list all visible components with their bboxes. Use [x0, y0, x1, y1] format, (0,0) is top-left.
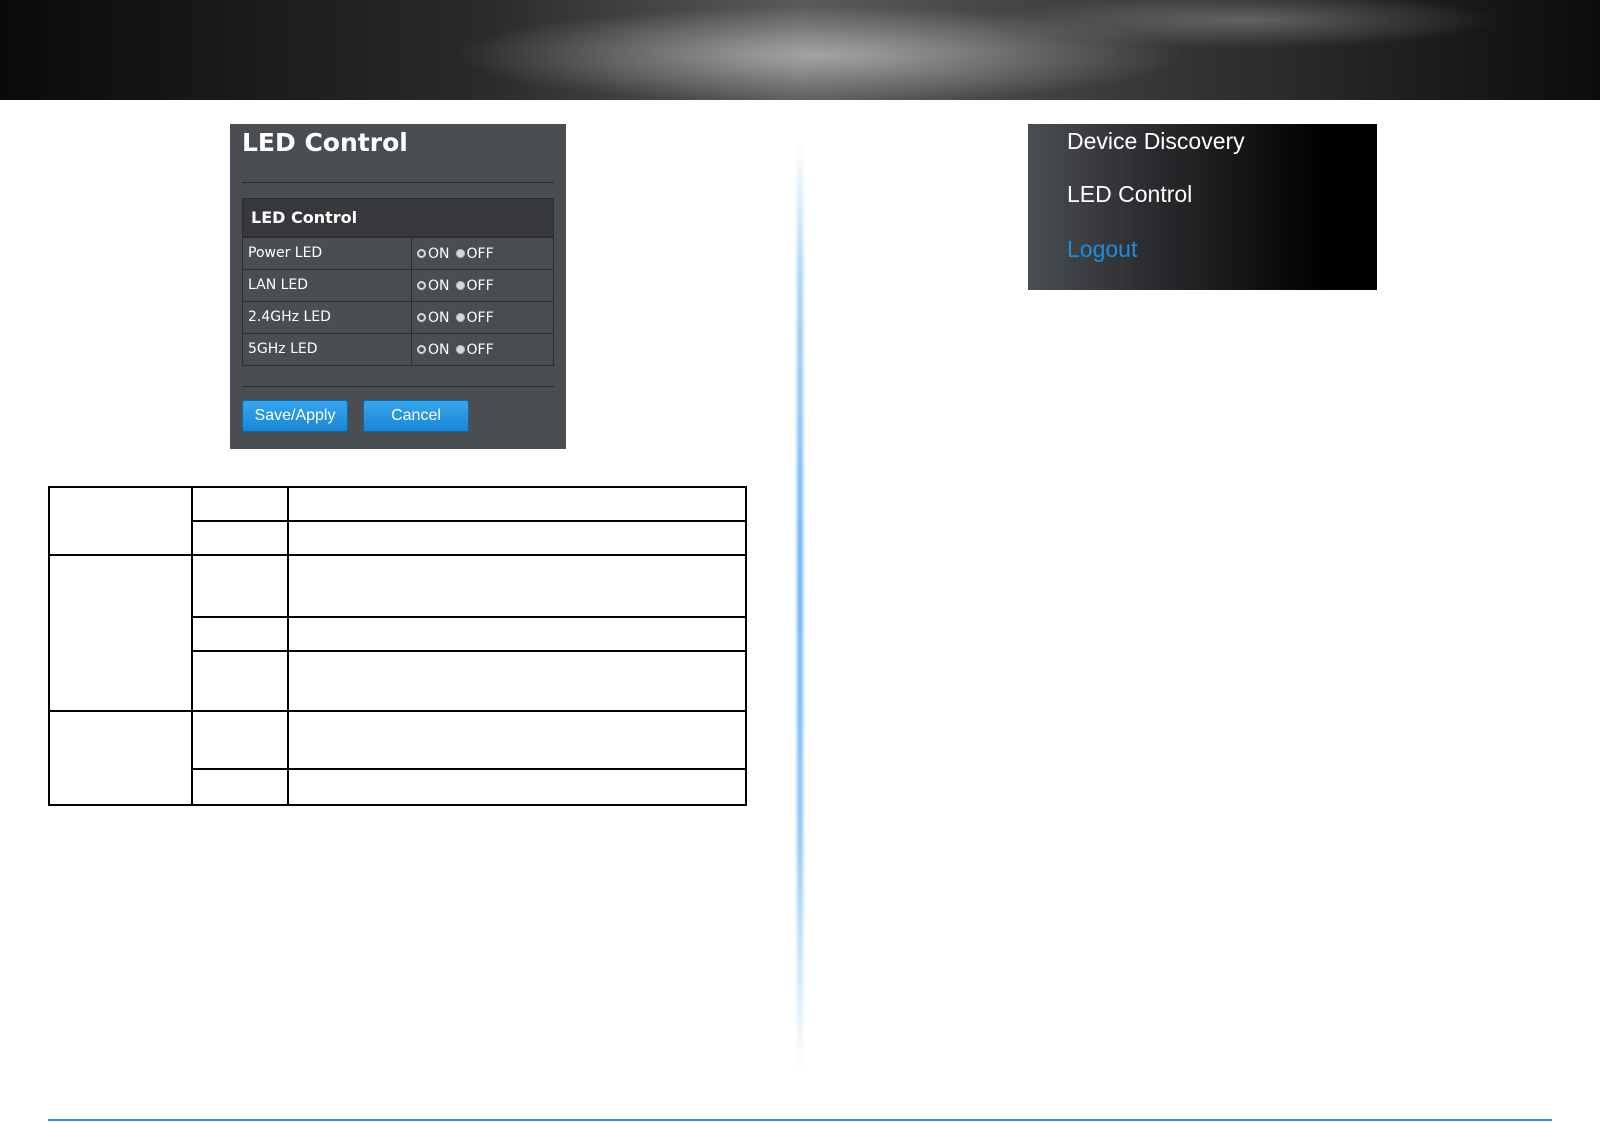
table-cell — [48, 554, 193, 712]
menu-item-logout[interactable]: Logout — [1067, 236, 1137, 263]
table-cell — [48, 486, 193, 556]
on-label: ON — [428, 341, 450, 358]
table-row — [48, 554, 747, 712]
table-row — [48, 486, 747, 556]
on-label: ON — [428, 277, 450, 294]
table-cell — [287, 710, 747, 770]
table-cell — [191, 486, 289, 522]
table-cell — [287, 520, 747, 556]
menu-item-led-control[interactable]: LED Control — [1067, 181, 1192, 208]
24ghz-led-options: ON OFF — [412, 302, 553, 333]
power-led-label: Power LED — [243, 238, 412, 269]
power-led-options: ON OFF — [412, 238, 553, 269]
off-label: OFF — [466, 341, 494, 358]
table-cell — [191, 616, 289, 652]
table-cell — [287, 616, 747, 652]
header-banner — [0, 0, 1600, 100]
table-cell — [191, 520, 289, 556]
table-cell — [287, 486, 747, 522]
lan-led-options: ON OFF — [412, 270, 553, 301]
led-control-panel: LED Control LED Control Power LED ON OFF… — [230, 124, 566, 449]
cancel-button[interactable]: Cancel — [363, 400, 469, 432]
on-label: ON — [428, 245, 450, 262]
table-cell — [191, 554, 289, 618]
24ghz-led-label: 2.4GHz LED — [243, 302, 412, 333]
divider — [242, 182, 554, 183]
power-led-off-radio[interactable] — [455, 249, 465, 258]
reference-table — [48, 486, 747, 806]
lan-led-on-radio[interactable] — [417, 281, 426, 290]
off-label: OFF — [466, 277, 494, 294]
table-row: Power LED ON OFF — [243, 237, 553, 269]
lan-led-off-radio[interactable] — [455, 281, 465, 290]
table-row: 5GHz LED ON OFF — [243, 333, 553, 365]
table-cell — [48, 710, 193, 806]
table-cell — [191, 768, 289, 806]
on-label: ON — [428, 309, 450, 326]
table-row: LAN LED ON OFF — [243, 269, 553, 301]
5ghz-led-label: 5GHz LED — [243, 334, 412, 365]
table-cell — [287, 650, 747, 712]
off-label: OFF — [466, 245, 494, 262]
power-led-on-radio[interactable] — [417, 249, 426, 258]
table-row — [48, 710, 747, 806]
5ghz-led-off-radio[interactable] — [455, 345, 465, 354]
vertical-divider — [797, 140, 803, 1070]
table-cell — [191, 650, 289, 712]
sidebar-menu: Device Discovery LED Control Logout — [1028, 124, 1377, 290]
table-cell — [287, 554, 747, 618]
table-row: 2.4GHz LED ON OFF — [243, 301, 553, 333]
24ghz-led-off-radio[interactable] — [455, 313, 465, 322]
led-control-table: LED Control Power LED ON OFF LAN LED ON … — [242, 198, 554, 366]
table-cell — [287, 768, 747, 806]
24ghz-led-on-radio[interactable] — [417, 313, 426, 322]
off-label: OFF — [466, 309, 494, 326]
5ghz-led-options: ON OFF — [412, 334, 553, 365]
table-cell — [191, 710, 289, 770]
table-header: LED Control — [243, 199, 553, 237]
page-title: LED Control — [242, 128, 408, 157]
5ghz-led-on-radio[interactable] — [417, 345, 426, 354]
footer-rule — [48, 1119, 1552, 1121]
save-apply-button[interactable]: Save/Apply — [242, 400, 348, 432]
menu-item-device-discovery[interactable]: Device Discovery — [1067, 128, 1245, 155]
lan-led-label: LAN LED — [243, 270, 412, 301]
divider — [242, 386, 554, 387]
